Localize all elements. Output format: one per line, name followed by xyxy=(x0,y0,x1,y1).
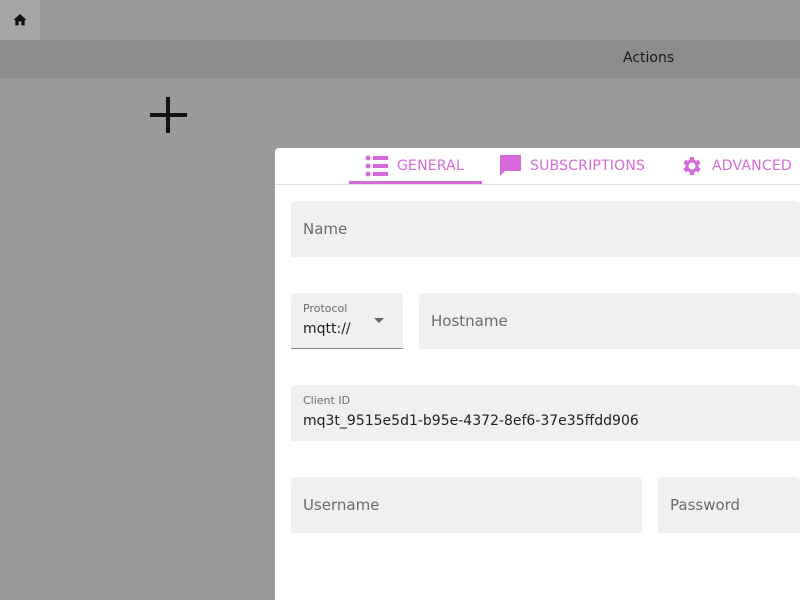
protocol-select[interactable]: Protocol mqtt:// xyxy=(291,293,403,349)
tab-bar: GENERAL SUBSCRIPTIONS ADVANCED xyxy=(275,148,800,185)
username-placeholder: Username xyxy=(303,496,380,514)
client-id-label: Client ID xyxy=(303,394,351,407)
name-field[interactable]: Name xyxy=(291,201,800,257)
connection-dialog: GENERAL SUBSCRIPTIONS ADVANCED Name Prot… xyxy=(275,148,800,600)
tab-advanced-label: ADVANCED xyxy=(712,158,792,174)
hostname-placeholder: Hostname xyxy=(431,312,508,330)
plus-icon xyxy=(150,97,187,133)
chat-icon xyxy=(500,155,521,176)
add-connection-button[interactable] xyxy=(149,96,189,136)
gear-icon xyxy=(683,157,701,175)
username-field[interactable]: Username xyxy=(291,477,642,533)
list-icon xyxy=(365,155,388,177)
tab-subscriptions-label: SUBSCRIPTIONS xyxy=(530,158,646,174)
name-placeholder: Name xyxy=(303,220,348,238)
active-tab-indicator xyxy=(349,181,482,184)
protocol-label: Protocol xyxy=(303,302,348,315)
top-app-bar xyxy=(0,0,800,40)
home-button[interactable] xyxy=(0,0,40,40)
actions-label: Actions xyxy=(623,50,675,66)
password-placeholder: Password xyxy=(670,496,741,514)
protocol-value: mqtt:// xyxy=(303,321,351,337)
tab-subscriptions[interactable]: SUBSCRIPTIONS xyxy=(498,148,645,184)
tab-general[interactable]: GENERAL xyxy=(365,148,464,184)
password-field[interactable]: Password xyxy=(658,477,800,533)
client-id-value: mq3t_9515e5d1-b95e-4372-8ef6-37e35ffdd90… xyxy=(303,413,639,429)
hostname-field[interactable]: Hostname xyxy=(419,293,800,349)
tab-advanced[interactable]: ADVANCED xyxy=(680,148,792,184)
tab-general-label: GENERAL xyxy=(397,158,464,174)
dropdown-caret-icon xyxy=(374,318,384,323)
client-id-field[interactable]: Client ID mq3t_9515e5d1-b95e-4372-8ef6-3… xyxy=(291,385,800,441)
actions-bar xyxy=(0,40,800,78)
home-icon xyxy=(13,14,27,26)
